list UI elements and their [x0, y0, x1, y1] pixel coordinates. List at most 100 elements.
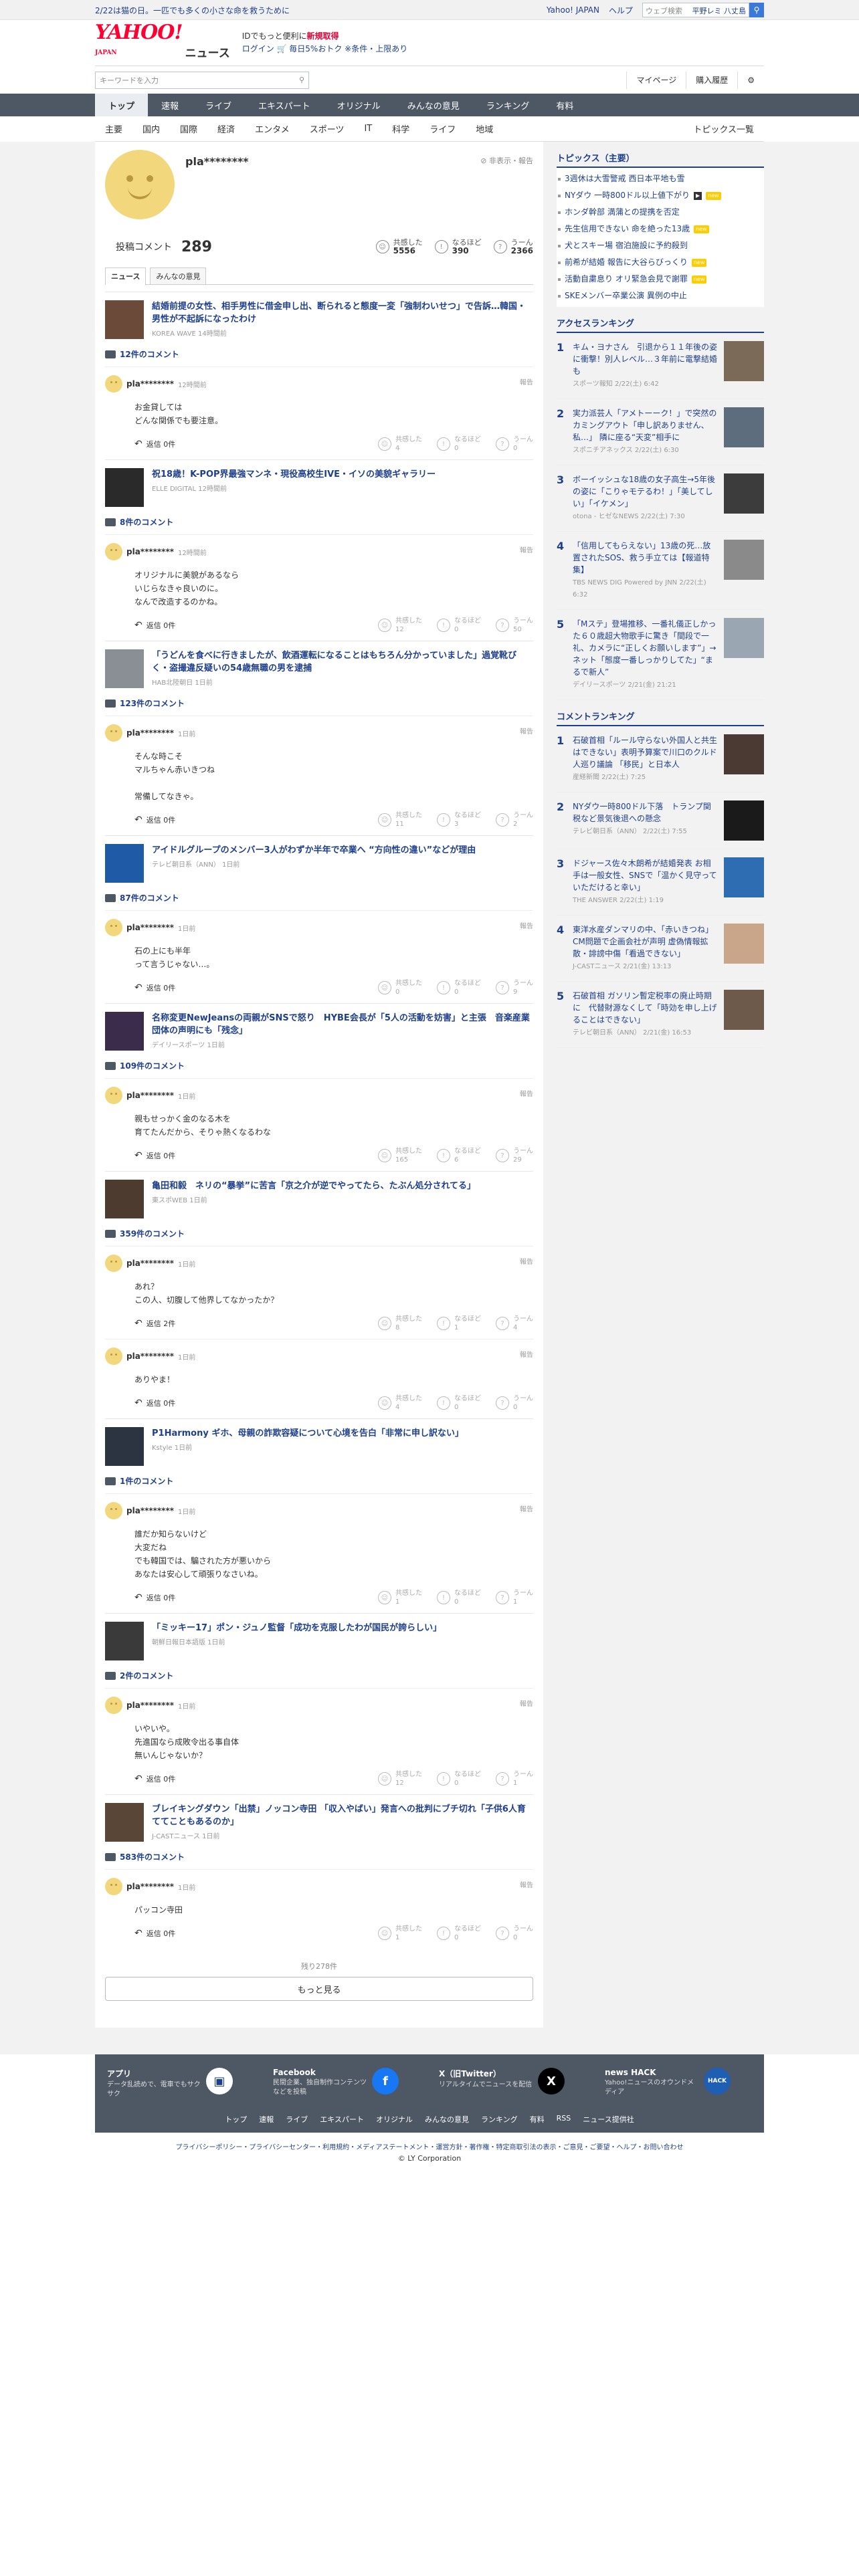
snav-item[interactable]: 科学 [382, 122, 419, 135]
comment-count-link[interactable]: 583件のコメント [105, 1851, 533, 1862]
tab-opinions[interactable]: みんなの意見 [150, 267, 207, 284]
footer-link[interactable]: 速報 [259, 2114, 274, 2125]
article-thumbnail[interactable] [105, 300, 144, 339]
footer-link[interactable]: ニュース提供社 [583, 2114, 634, 2125]
reply-button[interactable]: 返信 0件 [134, 815, 176, 825]
footer-app-2[interactable]: X（旧Twitter） リアルタイムでニュースを配信 X [439, 2068, 586, 2099]
snav-item[interactable]: 国内 [132, 122, 170, 135]
ranking-item[interactable]: 4 「信用してもらえない」13歳の死…放置されたSOS、救う手立ては【報道特集】 T… [557, 532, 764, 610]
topic-item[interactable]: 活動自粛息り オリ緊急会見で謝罪 new [557, 271, 764, 288]
empathy-button[interactable]: ☺ 共感した 1 [378, 1589, 422, 1606]
uun-button[interactable]: ? うーん 50 [496, 617, 533, 634]
promo-link[interactable]: 2/22は猫の日。一匹でも多くの小さな命を救うために [95, 5, 290, 16]
footer-link[interactable]: オリジナル [376, 2114, 413, 2125]
search-icon[interactable]: ⚲ [749, 3, 764, 17]
ranking-item[interactable]: 5 石破首相 ガソリン暫定税率の廃止時期に 代替財源なくして「時効を申し上げること… [557, 982, 764, 1048]
empathy-button[interactable]: ☺ 共感した 8 [378, 1315, 422, 1332]
keyword-search-input[interactable]: キーワードを入力 ⚲ [95, 71, 309, 89]
snav-item[interactable]: エンタメ [245, 122, 300, 135]
ranking-thumbnail[interactable] [724, 540, 764, 580]
comment-user[interactable]: pla******** [126, 728, 174, 738]
uun-button[interactable]: ? うーん 0 [496, 1394, 533, 1412]
comment-user[interactable]: pla******** [126, 1506, 174, 1515]
naruhodo-button[interactable]: ! なるほど 1 [437, 1315, 481, 1332]
uun-button[interactable]: ? うーん 0 [496, 1925, 533, 1942]
topic-item[interactable]: 前希が結婚 報告に大谷らびっくり new [557, 254, 764, 271]
article-title[interactable]: 祝18歳！K-POP界最強マンネ・現役高校生IVE・イソの美貌ギャラリー [152, 468, 436, 481]
footer-link[interactable]: トップ [225, 2114, 247, 2125]
naruhodo-button[interactable]: ! なるほど 6 [437, 1147, 481, 1164]
comment-user[interactable]: pla******** [126, 1259, 174, 1268]
comment-user[interactable]: pla******** [126, 1701, 174, 1710]
reply-button[interactable]: 返信 0件 [134, 1774, 176, 1784]
article-thumbnail[interactable] [105, 649, 144, 688]
gnav-opinion[interactable]: みんなの意見 [394, 94, 473, 116]
comment-user[interactable]: pla******** [126, 1091, 174, 1100]
article-title[interactable]: 亀田和毅 ネリの“暴挙”に苦言「京之介が逆でやってたら、たぶん処分されてる」 [152, 1180, 476, 1192]
uun-button[interactable]: ? うーん 4 [496, 1315, 533, 1332]
naruhodo-button[interactable]: ! なるほど 0 [437, 979, 481, 996]
yahoo-news-logo[interactable]: YAHOO! JAPAN ニュース [95, 23, 230, 63]
comment-count-link[interactable]: 109件のコメント [105, 1060, 533, 1071]
naruhodo-button[interactable]: ! なるほど 0 [437, 1770, 481, 1788]
footer-link[interactable]: みんなの意見 [425, 2114, 469, 2125]
naruhodo-button[interactable]: ! なるほど 0 [437, 617, 481, 634]
ranking-thumbnail[interactable] [724, 990, 764, 1030]
report-link[interactable]: 報告 [520, 1879, 533, 1889]
article-thumbnail[interactable] [105, 1427, 144, 1466]
uun-button[interactable]: ? うーん 1 [496, 1770, 533, 1788]
topics-list-link[interactable]: トピックス一覧 [683, 122, 764, 135]
gnav-flash[interactable]: 速報 [148, 94, 192, 116]
article-thumbnail[interactable] [105, 1622, 144, 1660]
uun-button[interactable]: ? うーん 1 [496, 1589, 533, 1606]
snav-item[interactable]: IT [354, 124, 382, 134]
ranking-thumbnail[interactable] [724, 407, 764, 447]
reply-button[interactable]: 返信 0件 [134, 620, 176, 631]
hide-report-link[interactable]: ⊘ 非表示・報告 [480, 155, 533, 166]
article-thumbnail[interactable] [105, 1803, 144, 1842]
ranking-item[interactable]: 3 ドジャース佐々木朗希が結婚発表 お相手は一般女性、SNSで「温かく見守っていた… [557, 849, 764, 916]
load-more-button[interactable]: もっと見る [105, 1977, 533, 2001]
snav-item[interactable]: 国際 [170, 122, 207, 135]
empathy-button[interactable]: ☺ 共感した 4 [378, 1394, 422, 1412]
ranking-thumbnail[interactable] [724, 618, 764, 658]
comment-count-link[interactable]: 12件のコメント [105, 348, 533, 360]
gnav-top[interactable]: トップ [95, 94, 149, 116]
footer-link[interactable]: ランキング [481, 2114, 518, 2125]
topic-item[interactable]: 先生信用できない 命を絶った13歳 new [557, 221, 764, 237]
gear-icon[interactable]: ⚙ [737, 71, 764, 89]
article-thumbnail[interactable] [105, 1180, 144, 1218]
topic-item[interactable]: ホンダ幹部 満蒲との提携を否定 [557, 204, 764, 221]
uun-button[interactable]: ? うーん 2 [496, 811, 533, 829]
report-link[interactable]: 報告 [520, 1503, 533, 1513]
ranking-thumbnail[interactable] [724, 924, 764, 964]
article-title[interactable]: アイドルグループのメンバー3人がわずか半年で卒業へ “方向性の違い”などが理由 [152, 844, 476, 857]
report-link[interactable]: 報告 [520, 544, 533, 554]
footer-app-0[interactable]: アプリ データ乱読めで、電車でもサクサク ▣ [107, 2068, 254, 2099]
ranking-thumbnail[interactable] [724, 800, 764, 841]
empathy-button[interactable]: ☺ 共感した 11 [378, 811, 422, 829]
gnav-original[interactable]: オリジナル [324, 94, 394, 116]
ranking-item[interactable]: 2 実力派芸人「アメトーーク！」で突然のカミングアウト「申し訳ありません、私…」 … [557, 399, 764, 465]
report-link[interactable]: 報告 [520, 1698, 533, 1708]
empathy-button[interactable]: ☺ 共感した 12 [378, 1770, 422, 1788]
legal-links[interactable]: プライバシーポリシー・プライバシーセンター・利用規約・メディアステートメント・運… [95, 2133, 764, 2154]
footer-app-1[interactable]: Facebook 民間企業、独自制作コンテンツなどを投稿 f [273, 2068, 420, 2099]
report-link[interactable]: 報告 [520, 1256, 533, 1266]
report-link[interactable]: 報告 [520, 726, 533, 736]
reply-button[interactable]: 返信 0件 [134, 1398, 176, 1408]
report-link[interactable]: 報告 [520, 377, 533, 387]
comment-user[interactable]: pla******** [126, 1882, 174, 1891]
comment-count-link[interactable]: 2件のコメント [105, 1670, 533, 1681]
ranking-item[interactable]: 5 「Mステ」登場推移、一番礼儀正しかった６０歳超大物歌手に驚き「間段で一礼、カメ… [557, 610, 764, 700]
tab-news[interactable]: ニュース [105, 267, 147, 285]
reply-button[interactable]: 返信 0件 [134, 1150, 176, 1161]
article-title[interactable]: 「うどんを食べに行きましたが、飲酒運転になることはもちろん分かっていました」過覚… [152, 649, 533, 675]
naruhodo-button[interactable]: ! なるほど 0 [437, 1394, 481, 1412]
gnav-paid[interactable]: 有料 [543, 94, 587, 116]
article-title[interactable]: ブレイキングダウン「出禁」ノッコン寺田 「収入やばい」発言への批判にブチ切れ「子… [152, 1803, 533, 1828]
empathy-button[interactable]: ☺ 共感した 0 [378, 979, 422, 996]
topic-item[interactable]: SKEメンバー卒業公演 異例の中止 [557, 288, 764, 304]
report-link[interactable]: 報告 [520, 1349, 533, 1359]
naruhodo-button[interactable]: ! なるほど 0 [437, 435, 481, 453]
